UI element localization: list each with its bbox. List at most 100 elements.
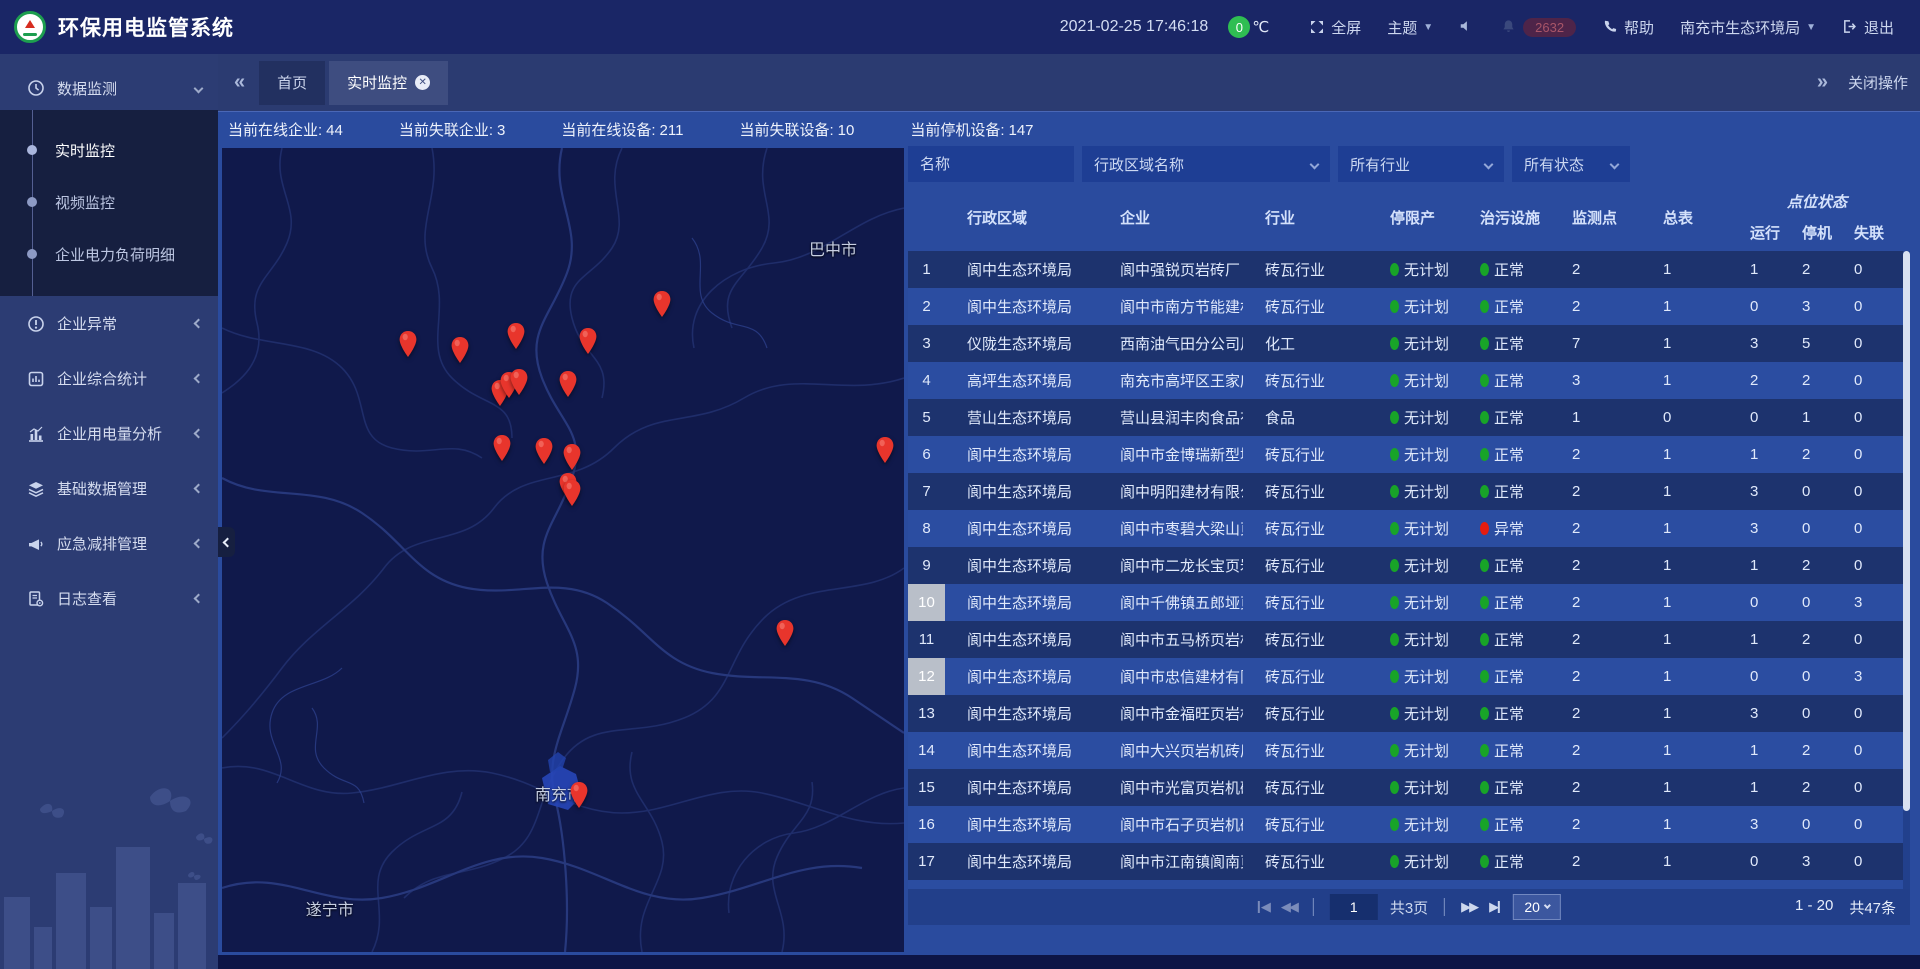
fullscreen-button[interactable]: 全屏 — [1309, 17, 1361, 38]
sidebar-item[interactable]: 企业综合统计 — [0, 351, 218, 406]
map-pin[interactable] — [578, 327, 598, 355]
industry-select[interactable]: 所有行业 — [1338, 146, 1504, 182]
status-dot-icon — [1390, 818, 1399, 831]
table-row[interactable]: 6阆中生态环境局阆中市金博瑞新型墙材砖瓦行业无计划正常21120 — [908, 436, 1910, 473]
sidebar-submenu: 实时监控视频监控企业电力负荷明细 — [0, 110, 218, 296]
cell-stopped: 3 — [1780, 843, 1832, 880]
map-pin[interactable] — [569, 781, 589, 809]
table-row[interactable]: 7阆中生态环境局阆中明阳建材有限公司砖瓦行业无计划正常21300 — [908, 473, 1910, 510]
table-row[interactable]: 12阆中生态环境局阆中市忠信建材有限公砖瓦行业无计划正常21003 — [908, 658, 1910, 695]
cell-running: 0 — [1728, 399, 1780, 436]
cell-company: 阆中市忠信建材有限公 — [1098, 658, 1243, 695]
stat-value: 3 — [497, 122, 505, 139]
table-row[interactable]: 3仪陇生态环境局西南油气田分公司川中化工无计划正常71350 — [908, 325, 1910, 362]
cell-region: 高坪生态环境局 — [945, 362, 1098, 399]
sidebar-subitem[interactable]: 企业电力负荷明细 — [0, 228, 218, 280]
status-dot-icon — [1390, 411, 1399, 424]
status-select[interactable]: 所有状态 — [1512, 146, 1630, 182]
table-row[interactable]: 14阆中生态环境局阆中大兴页岩机砖厂砖瓦行业无计划正常21120 — [908, 732, 1910, 769]
cell-company: 阆中市二龙长宝页岩砖 — [1098, 547, 1243, 584]
prev-page-button[interactable]: ◀◀ — [1281, 899, 1297, 915]
cell-monitor-points: 2 — [1550, 251, 1641, 288]
table-row[interactable]: 18南部生态环境局南部县砖瓦有限公建材加工无计划正常50050 — [908, 880, 1910, 889]
scrollbar-thumb[interactable] — [1903, 251, 1910, 811]
cell-total-meters: 1 — [1641, 769, 1728, 806]
table-row[interactable]: 11阆中生态环境局阆中市五马桥页岩机砖砖瓦行业无计划正常21120 — [908, 621, 1910, 658]
cell-limit-status: 无计划 — [1368, 510, 1458, 547]
map-pin[interactable] — [652, 290, 672, 318]
cell-row-number: 17 — [908, 843, 945, 880]
sidebar-collapse-button[interactable] — [218, 527, 235, 557]
table-row[interactable]: 8阆中生态环境局阆中市枣碧大梁山页岩砖瓦行业无计划异常21300 — [908, 510, 1910, 547]
theme-dropdown[interactable]: 主题 ▼ — [1387, 17, 1433, 38]
help-button[interactable]: 帮助 — [1602, 17, 1654, 38]
cell-facility-status: 正常 — [1458, 806, 1550, 843]
tab-close-icon[interactable]: ✕ — [415, 75, 430, 90]
map-pin[interactable] — [562, 443, 582, 471]
sidebar-item[interactable]: 数据监测 — [0, 66, 218, 110]
sidebar-item[interactable]: 应急减排管理 — [0, 516, 218, 571]
cell-lost: 0 — [1832, 695, 1906, 732]
table-row[interactable]: 16阆中生态环境局阆中市石子页岩机砖厂砖瓦行业无计划正常21300 — [908, 806, 1910, 843]
sound-button[interactable] — [1459, 19, 1475, 35]
status-dot-icon — [1480, 448, 1489, 461]
map-pin[interactable] — [450, 336, 470, 364]
map-pin[interactable] — [398, 330, 418, 358]
col-group-point-status: 点位状态 — [1728, 184, 1906, 214]
sidebar-subitem[interactable]: 实时监控 — [0, 124, 218, 176]
page-size-select[interactable]: 20 — [1513, 894, 1561, 920]
close-operations-button[interactable]: 关闭操作 — [1848, 72, 1908, 93]
table-scrollbar[interactable] — [1903, 251, 1910, 889]
table-row[interactable]: 17阆中生态环境局阆中市江南镇阆南页岩砖瓦行业无计划正常21030 — [908, 843, 1910, 880]
cell-running: 1 — [1728, 769, 1780, 806]
logout-button[interactable]: 退出 — [1842, 17, 1894, 38]
sidebar-subitem[interactable]: 视频监控 — [0, 176, 218, 228]
sidebar-item[interactable]: 企业异常 — [0, 296, 218, 351]
tabs-scroll-left-button[interactable]: « — [218, 71, 259, 94]
name-search-input[interactable] — [908, 146, 1074, 182]
map-pin[interactable] — [875, 436, 895, 464]
sidebar-subitem-label: 实时监控 — [55, 140, 115, 161]
next-page-button[interactable]: ▶▶ — [1461, 899, 1477, 915]
cell-region: 阆中生态环境局 — [945, 436, 1098, 473]
sidebar-item[interactable]: 日志查看 — [0, 571, 218, 626]
table-row[interactable]: 2阆中生态环境局阆中市南方节能建材有砖瓦行业无计划正常21030 — [908, 288, 1910, 325]
map-pin[interactable] — [534, 437, 554, 465]
cell-stopped: 3 — [1780, 288, 1832, 325]
tab-realtime-monitor[interactable]: 实时监控 ✕ — [329, 61, 448, 105]
notifications[interactable]: 2632 — [1501, 18, 1576, 37]
table-row[interactable]: 15阆中生态环境局阆中市光富页岩机砖厂砖瓦行业无计划正常21120 — [908, 769, 1910, 806]
map-pin[interactable] — [562, 479, 582, 507]
cell-running: 0 — [1728, 288, 1780, 325]
table-row[interactable]: 13阆中生态环境局阆中市金福旺页岩机砖砖瓦行业无计划正常21300 — [908, 695, 1910, 732]
org-dropdown[interactable]: 南充市生态环境局 ▼ — [1680, 17, 1816, 38]
table-row[interactable]: 9阆中生态环境局阆中市二龙长宝页岩砖砖瓦行业无计划正常21120 — [908, 547, 1910, 584]
tabs-scroll-right-button[interactable]: » — [1817, 71, 1828, 94]
map-pin[interactable] — [506, 322, 526, 350]
cell-lost: 0 — [1832, 362, 1906, 399]
table-row[interactable]: 1阆中生态环境局阆中强锐页岩砖厂砖瓦行业无计划正常21120 — [908, 251, 1910, 288]
sidebar-subitem-label: 企业电力负荷明细 — [55, 244, 175, 265]
cell-running: 3 — [1728, 325, 1780, 362]
theme-label: 主题 — [1387, 17, 1417, 38]
map-pin[interactable] — [558, 370, 578, 398]
table-row[interactable]: 10阆中生态环境局阆中千佛镇五郎垭页岩砖瓦行业无计划正常21003 — [908, 584, 1910, 621]
map-panel[interactable]: 巴中市南充市遂宁市 — [222, 148, 904, 952]
table-row[interactable]: 5营山生态环境局营山县润丰肉食品有限食品无计划正常10010 — [908, 399, 1910, 436]
map-pin[interactable] — [775, 619, 795, 647]
cell-monitor-points: 2 — [1550, 510, 1641, 547]
map-pin[interactable] — [492, 434, 512, 462]
first-page-button[interactable]: ◀ — [1257, 899, 1269, 915]
map-pin[interactable] — [509, 368, 529, 396]
region-select[interactable]: 行政区域名称 — [1082, 146, 1330, 182]
tab-home[interactable]: 首页 — [259, 61, 325, 105]
sidebar-item[interactable]: 企业用电量分析 — [0, 406, 218, 461]
table-row[interactable]: 4高坪生态环境局南充市高坪区王家店建砖瓦行业无计划正常31220 — [908, 362, 1910, 399]
page-number-input[interactable] — [1330, 894, 1378, 920]
cell-stopped: 2 — [1780, 769, 1832, 806]
cell-monitor-points: 2 — [1550, 806, 1641, 843]
last-page-button[interactable]: ▶ — [1489, 899, 1501, 915]
status-dot-icon — [1480, 744, 1489, 757]
sidebar-item[interactable]: 基础数据管理 — [0, 461, 218, 516]
cell-stopped: 5 — [1780, 325, 1832, 362]
